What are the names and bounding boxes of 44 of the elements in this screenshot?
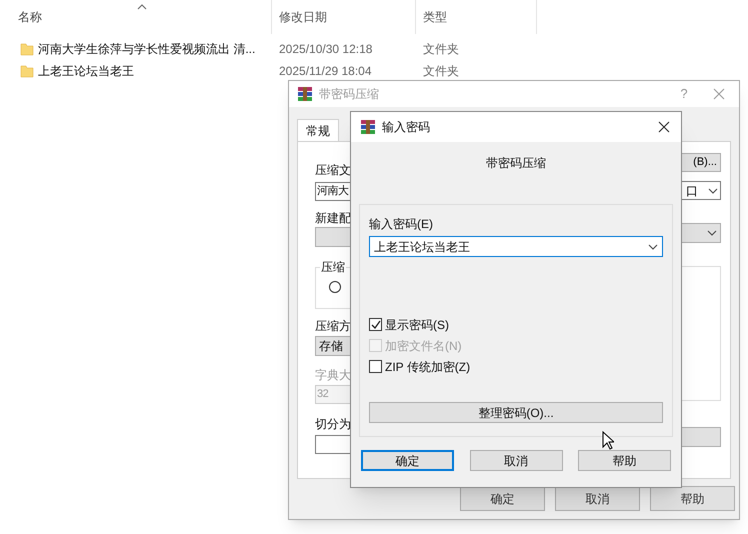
file-type: 文件夹: [422, 63, 459, 80]
column-header[interactable]: 名称: [18, 8, 42, 26]
dialog-button[interactable]: 取消: [470, 450, 562, 471]
field-label: 输入密码(E): [369, 216, 434, 233]
chevron-down-icon: [707, 230, 717, 236]
field-label: 切分为: [315, 417, 351, 431]
dialog-heading: 带密码压缩: [485, 155, 547, 172]
dialog-button[interactable]: 确定: [361, 450, 454, 471]
checkbox-label: 显示密码(S): [385, 316, 449, 334]
field-label: 字典大: [315, 368, 351, 382]
chevron-down-icon: [708, 188, 718, 194]
checkbox-label: 加密文件名(N): [385, 338, 462, 354]
tab[interactable]: 常规: [297, 119, 339, 141]
chevron-down-icon: [648, 244, 658, 250]
dialog-button[interactable]: 帮助: [650, 486, 735, 511]
field-label: 压缩方: [315, 319, 351, 333]
dialog-button[interactable]: 帮助: [578, 450, 671, 471]
modified-date: 2025/11/29 18:04: [278, 63, 373, 80]
modified-date: 2025/10/30 12:18: [278, 41, 374, 58]
file-type: 文件夹: [422, 41, 459, 58]
archive-icon: [360, 119, 376, 135]
column-header[interactable]: 修改日期: [279, 8, 327, 26]
file-name[interactable]: 上老王论坛当老王: [38, 62, 134, 80]
checkbox[interactable]: [369, 360, 382, 373]
column-header[interactable]: 类型: [423, 8, 447, 26]
window-title: 输入密码: [382, 119, 431, 136]
dialog-button[interactable]: 取消: [555, 486, 640, 511]
manage-passwords-button[interactable]: 整理密码(O)...: [369, 402, 663, 423]
field-label: 压缩文: [315, 163, 351, 177]
password-field[interactable]: 上老王论坛当老王: [369, 236, 663, 257]
folder-icon: [20, 42, 34, 56]
dialog-button[interactable]: 确定: [460, 486, 545, 511]
mouse-cursor-icon: [602, 431, 614, 450]
window-title: 带密码压缩: [319, 86, 380, 103]
folder-icon: [20, 64, 34, 78]
close-icon[interactable]: [658, 121, 670, 133]
radio-button[interactable]: [329, 281, 341, 293]
checkmark-icon: [370, 320, 380, 330]
field-label: 新建配: [315, 211, 351, 225]
file-name[interactable]: 河南大学生徐萍与学长性爱视频流出 清...: [38, 40, 256, 58]
checkbox-label: ZIP 传统加密(Z): [385, 358, 470, 376]
checkbox[interactable]: [369, 318, 382, 331]
archive-icon: [297, 86, 313, 102]
group-label: 压缩: [320, 259, 346, 275]
